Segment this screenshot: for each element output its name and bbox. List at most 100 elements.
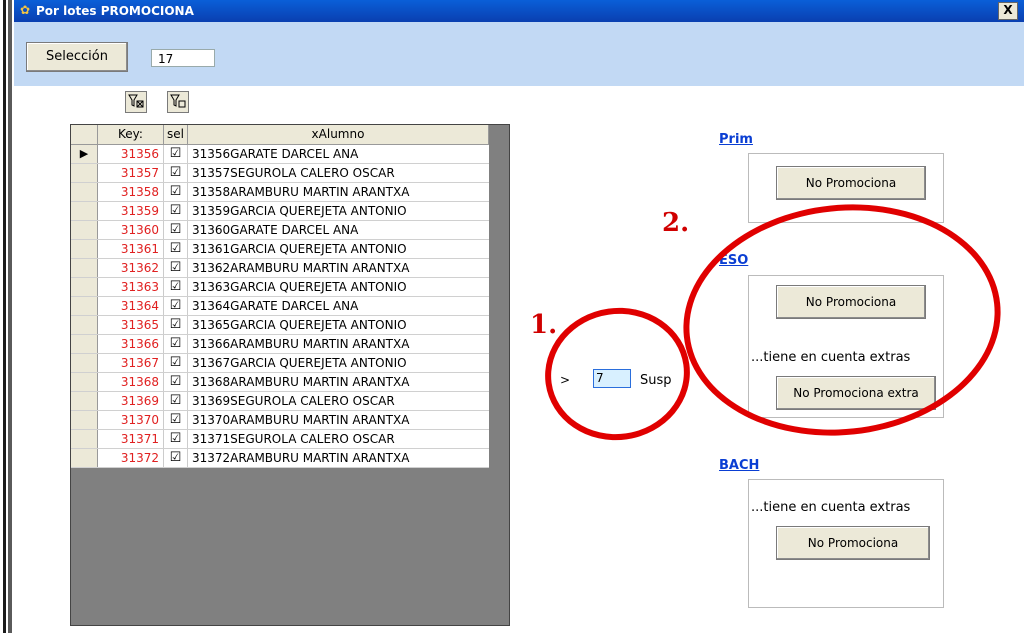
app-icon: ✿ bbox=[20, 3, 31, 17]
panel-prim: No Promociona bbox=[748, 153, 944, 223]
table-row[interactable]: 31361 ☑ 31361GARCIA QUEREJETA ANTONIO bbox=[71, 240, 489, 259]
table-row[interactable]: 31367 ☑ 31367GARCIA QUEREJETA ANTONIO bbox=[71, 354, 489, 373]
column-header-key[interactable]: Key: bbox=[98, 125, 164, 144]
table-row[interactable]: 31359 ☑ 31359GARCIA QUEREJETA ANTONIO bbox=[71, 202, 489, 221]
row-alumno: 31357SEGUROLA CALERO OSCAR bbox=[192, 166, 395, 180]
panel-eso: No Promociona ...tiene en cuenta extras … bbox=[748, 275, 944, 418]
row-alumno: 31360GARATE DARCEL ANA bbox=[192, 223, 359, 237]
row-select-checkbox[interactable]: ☑ bbox=[164, 278, 188, 296]
row-indicator[interactable] bbox=[71, 297, 98, 315]
bach-no-promociona-button[interactable]: No Promociona bbox=[776, 526, 930, 560]
row-key: 31360 bbox=[98, 221, 164, 239]
row-alumno: 31372ARAMBURU MARTIN ARANTXA bbox=[192, 451, 410, 465]
row-indicator[interactable]: ▶ bbox=[71, 145, 98, 163]
link-bach[interactable]: BACH bbox=[719, 458, 759, 473]
row-indicator[interactable] bbox=[71, 240, 98, 258]
prim-no-promociona-button[interactable]: No Promociona bbox=[776, 166, 926, 200]
row-alumno: 31356GARATE DARCEL ANA bbox=[192, 147, 359, 161]
filter-button[interactable] bbox=[167, 91, 189, 113]
table-row[interactable]: 31372 ☑ 31372ARAMBURU MARTIN ARANTXA bbox=[71, 449, 489, 468]
row-alumno: 31367GARCIA QUEREJETA ANTONIO bbox=[192, 356, 407, 370]
row-key: 31369 bbox=[98, 392, 164, 410]
filter-clear-button[interactable] bbox=[125, 91, 147, 113]
table-row[interactable]: 31371 ☑ 31371SEGUROLA CALERO OSCAR bbox=[71, 430, 489, 449]
row-indicator[interactable] bbox=[71, 221, 98, 239]
title-bar: ✿ Por lotes PROMOCIONA X bbox=[14, 0, 1024, 22]
column-header-sel[interactable]: sel bbox=[164, 125, 188, 144]
row-indicator[interactable] bbox=[71, 449, 98, 467]
table-row[interactable]: 31370 ☑ 31370ARAMBURU MARTIN ARANTXA bbox=[71, 411, 489, 430]
table-row[interactable]: 31357 ☑ 31357SEGUROLA CALERO OSCAR bbox=[71, 164, 489, 183]
row-indicator[interactable] bbox=[71, 183, 98, 201]
row-indicator[interactable] bbox=[71, 202, 98, 220]
row-select-checkbox[interactable]: ☑ bbox=[164, 183, 188, 201]
row-indicator[interactable] bbox=[71, 164, 98, 182]
frame-bar bbox=[3, 0, 6, 633]
table-row[interactable]: 31366 ☑ 31366ARAMBURU MARTIN ARANTXA bbox=[71, 335, 489, 354]
header-corner bbox=[71, 125, 98, 144]
row-key: 31364 bbox=[98, 297, 164, 315]
link-prim[interactable]: Prim bbox=[719, 132, 753, 147]
row-indicator[interactable] bbox=[71, 430, 98, 448]
row-alumno: 31366ARAMBURU MARTIN ARANTXA bbox=[192, 337, 410, 351]
row-alumno: 31368ARAMBURU MARTIN ARANTXA bbox=[192, 375, 410, 389]
frame-bar bbox=[8, 0, 12, 633]
row-key: 31359 bbox=[98, 202, 164, 220]
selection-button[interactable]: Selección bbox=[26, 42, 128, 72]
row-key: 31361 bbox=[98, 240, 164, 258]
row-select-checkbox[interactable]: ☑ bbox=[164, 221, 188, 239]
row-key: 31368 bbox=[98, 373, 164, 391]
annotation-one: 1. bbox=[530, 310, 558, 340]
eso-no-promociona-button[interactable]: No Promociona bbox=[776, 285, 926, 319]
table-row[interactable]: 31358 ☑ 31358ARAMBURU MARTIN ARANTXA bbox=[71, 183, 489, 202]
table-row[interactable]: 31363 ☑ 31363GARCIA QUEREJETA ANTONIO bbox=[71, 278, 489, 297]
row-indicator[interactable] bbox=[71, 278, 98, 296]
table-row[interactable]: 31364 ☑ 31364GARATE DARCEL ANA bbox=[71, 297, 489, 316]
filter-clear-icon bbox=[128, 94, 144, 108]
row-select-checkbox[interactable]: ☑ bbox=[164, 430, 188, 448]
table-row[interactable]: 31362 ☑ 31362ARAMBURU MARTIN ARANTXA bbox=[71, 259, 489, 278]
row-select-checkbox[interactable]: ☑ bbox=[164, 240, 188, 258]
table-row[interactable]: 31369 ☑ 31369SEGUROLA CALERO OSCAR bbox=[71, 392, 489, 411]
row-select-checkbox[interactable]: ☑ bbox=[164, 145, 188, 163]
link-eso[interactable]: ESO bbox=[719, 253, 748, 268]
table-row[interactable]: 31360 ☑ 31360GARATE DARCEL ANA bbox=[71, 221, 489, 240]
row-select-checkbox[interactable]: ☑ bbox=[164, 316, 188, 334]
susp-label: Susp bbox=[640, 373, 672, 388]
selection-count-field[interactable]: 17 bbox=[151, 49, 215, 67]
row-indicator[interactable] bbox=[71, 392, 98, 410]
row-select-checkbox[interactable]: ☑ bbox=[164, 449, 188, 467]
row-key: 31365 bbox=[98, 316, 164, 334]
eso-no-promociona-extra-button[interactable]: No Promociona extra bbox=[776, 376, 936, 410]
row-alumno: 31358ARAMBURU MARTIN ARANTXA bbox=[192, 185, 410, 199]
susp-input[interactable]: 7 bbox=[593, 369, 631, 388]
close-button[interactable]: X bbox=[998, 2, 1018, 20]
row-select-checkbox[interactable]: ☑ bbox=[164, 373, 188, 391]
row-alumno: 31364GARATE DARCEL ANA bbox=[192, 299, 359, 313]
grid-rows: ▶ 31356 ☑ 31356GARATE DARCEL ANA 31357 ☑ 31357… bbox=[71, 145, 489, 468]
table-row[interactable]: ▶ 31356 ☑ 31356GARATE DARCEL ANA bbox=[71, 145, 489, 164]
row-select-checkbox[interactable]: ☑ bbox=[164, 354, 188, 372]
table-row[interactable]: 31365 ☑ 31365GARCIA QUEREJETA ANTONIO bbox=[71, 316, 489, 335]
row-select-checkbox[interactable]: ☑ bbox=[164, 259, 188, 277]
row-indicator[interactable] bbox=[71, 354, 98, 372]
row-select-checkbox[interactable]: ☑ bbox=[164, 297, 188, 315]
row-key: 31356 bbox=[98, 145, 164, 163]
column-header-alumno[interactable]: xAlumno bbox=[188, 125, 489, 144]
row-indicator[interactable] bbox=[71, 259, 98, 277]
row-key: 31366 bbox=[98, 335, 164, 353]
table-row[interactable]: 31368 ☑ 31368ARAMBURU MARTIN ARANTXA bbox=[71, 373, 489, 392]
row-select-checkbox[interactable]: ☑ bbox=[164, 164, 188, 182]
row-indicator[interactable] bbox=[71, 411, 98, 429]
row-indicator[interactable] bbox=[71, 316, 98, 334]
row-select-checkbox[interactable]: ☑ bbox=[164, 335, 188, 353]
row-indicator[interactable] bbox=[71, 335, 98, 353]
row-select-checkbox[interactable]: ☑ bbox=[164, 411, 188, 429]
row-alumno: 31359GARCIA QUEREJETA ANTONIO bbox=[192, 204, 407, 218]
row-indicator[interactable] bbox=[71, 373, 98, 391]
panel-bach: ...tiene en cuenta extras No Promociona bbox=[748, 479, 944, 608]
row-select-checkbox[interactable]: ☑ bbox=[164, 202, 188, 220]
row-alumno: 31363GARCIA QUEREJETA ANTONIO bbox=[192, 280, 407, 294]
row-select-checkbox[interactable]: ☑ bbox=[164, 392, 188, 410]
students-grid[interactable]: Key: sel xAlumno ▶ 31356 ☑ 31356GARATE DARC… bbox=[70, 124, 510, 626]
